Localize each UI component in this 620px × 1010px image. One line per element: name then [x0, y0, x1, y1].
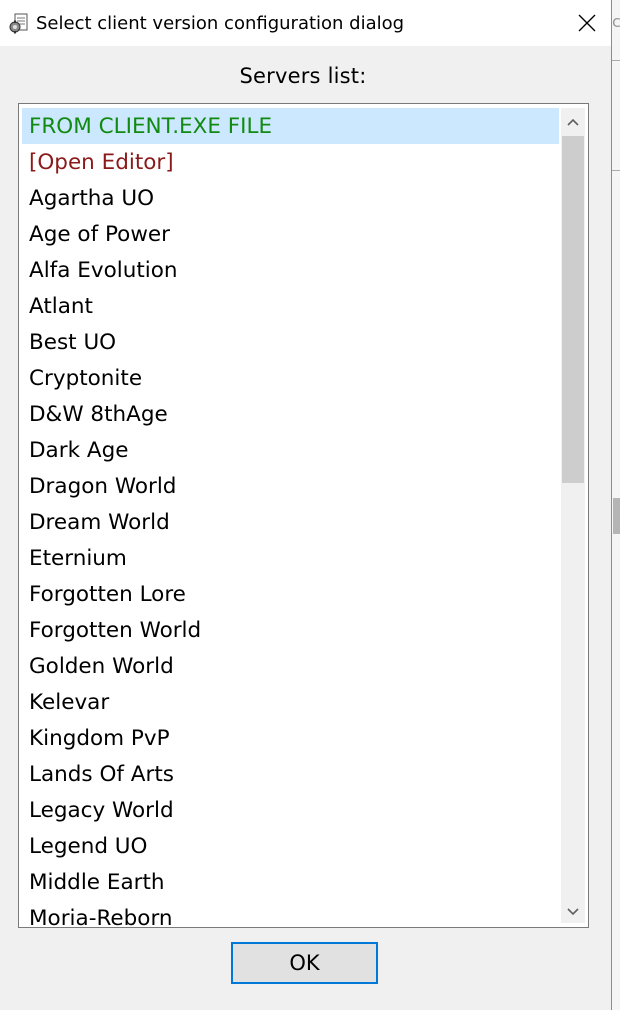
server-list-item[interactable]: Kelevar — [22, 684, 559, 720]
scroll-down-button[interactable] — [561, 900, 585, 924]
servers-list-items: FROM CLIENT.EXE FILE [Open Editor] Agartha… — [22, 108, 559, 927]
server-list-item[interactable]: Dark Age — [22, 432, 559, 468]
close-button[interactable] — [566, 3, 608, 43]
background-window-text: c — [612, 12, 620, 31]
server-list-item[interactable]: Legacy World — [22, 792, 559, 828]
close-icon — [578, 14, 596, 32]
server-list-item[interactable]: Age of Power — [22, 216, 559, 252]
chevron-up-icon — [567, 118, 579, 126]
background-divider — [612, 170, 620, 171]
server-list-item[interactable]: Lands Of Arts — [22, 756, 559, 792]
server-list-item[interactable]: Atlant — [22, 288, 559, 324]
ok-button[interactable]: OK — [231, 942, 378, 984]
server-list-item[interactable]: Best UO — [22, 324, 559, 360]
server-list-item[interactable]: FROM CLIENT.EXE FILE — [22, 108, 559, 144]
server-list-item[interactable]: Moria-Reborn — [22, 900, 559, 927]
server-list-item[interactable]: [Open Editor] — [22, 144, 559, 180]
server-list-item[interactable]: Middle Earth — [22, 864, 559, 900]
dialog-window: Select client version configuration dial… — [0, 0, 612, 1010]
server-list-item[interactable]: Forgotten World — [22, 612, 559, 648]
server-list-item[interactable]: Forgotten Lore — [22, 576, 559, 612]
window-title: Select client version configuration dial… — [36, 13, 405, 34]
title-bar[interactable]: Select client version configuration dial… — [0, 0, 611, 46]
servers-listbox[interactable]: FROM CLIENT.EXE FILE [Open Editor] Agartha… — [18, 103, 589, 928]
server-list-item[interactable]: D&W 8thAge — [22, 396, 559, 432]
servers-list-label: Servers list: — [239, 64, 367, 88]
vertical-scrollbar[interactable] — [561, 108, 585, 923]
server-list-item[interactable]: Dragon World — [22, 468, 559, 504]
server-list-item[interactable]: Agartha UO — [22, 180, 559, 216]
server-list-item[interactable]: Cryptonite — [22, 360, 559, 396]
server-list-item[interactable]: Golden World — [22, 648, 559, 684]
background-divider — [612, 60, 620, 61]
server-list-item[interactable]: Legend UO — [22, 828, 559, 864]
background-window-edge: c — [612, 0, 620, 1010]
server-list-item[interactable]: Dream World — [22, 504, 559, 540]
server-list-item[interactable]: Alfa Evolution — [22, 252, 559, 288]
document-gear-icon — [9, 13, 28, 34]
server-list-item[interactable]: Eternium — [22, 540, 559, 576]
chevron-down-icon — [567, 908, 579, 916]
background-scrollbar-thumb — [613, 498, 620, 534]
scroll-up-button[interactable] — [561, 110, 585, 134]
scrollbar-thumb[interactable] — [562, 136, 584, 483]
server-list-item[interactable]: Kingdom PvP — [22, 720, 559, 756]
